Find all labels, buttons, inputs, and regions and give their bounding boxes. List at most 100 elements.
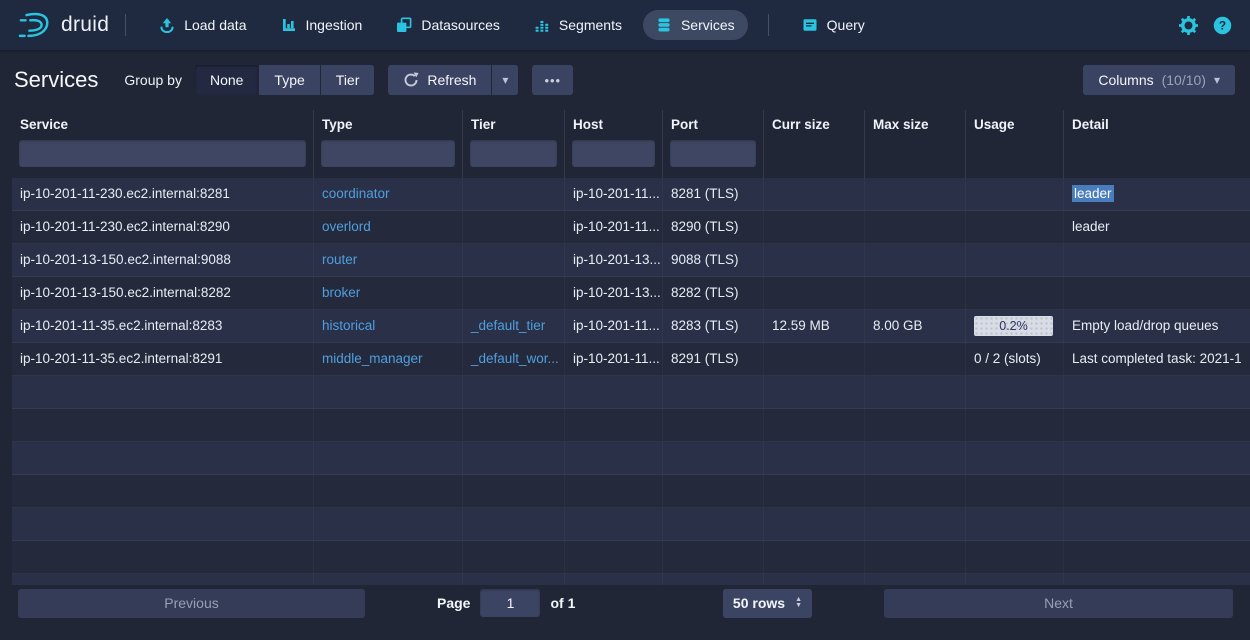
detail-cell: Empty load/drop queues bbox=[1064, 310, 1250, 342]
detail-cell: leader bbox=[1064, 178, 1250, 210]
columns-label: Columns bbox=[1098, 72, 1153, 88]
column-header-max-size[interactable]: Max size bbox=[865, 110, 966, 138]
usage-cell bbox=[966, 211, 1064, 243]
tier-cell bbox=[463, 277, 565, 309]
type-filter-input[interactable] bbox=[321, 140, 455, 167]
port-cell: 9088 (TLS) bbox=[663, 244, 764, 276]
column-header-curr-size[interactable]: Curr size bbox=[764, 110, 865, 138]
service-cell: ip-10-201-11-35.ec2.internal:8291 bbox=[12, 343, 314, 375]
empty-row bbox=[12, 574, 1250, 585]
column-header-detail[interactable]: Detail bbox=[1064, 110, 1250, 138]
table-row: ip-10-201-11-35.ec2.internal:8291 middle… bbox=[12, 343, 1250, 376]
max-size-cell bbox=[865, 343, 966, 375]
page-size-select[interactable]: 50 rows ▲ ▼ bbox=[723, 589, 812, 618]
port-cell: 8291 (TLS) bbox=[663, 343, 764, 375]
type-link[interactable]: coordinator bbox=[314, 178, 463, 210]
nav-services[interactable]: Services bbox=[643, 10, 748, 40]
service-filter-input[interactable] bbox=[19, 140, 306, 167]
page-label: Page bbox=[437, 595, 470, 611]
usage-cell bbox=[966, 277, 1064, 309]
column-header-usage[interactable]: Usage bbox=[966, 110, 1064, 138]
tier-cell bbox=[463, 211, 565, 243]
column-header-port[interactable]: Port bbox=[663, 110, 764, 138]
tier-filter-input[interactable] bbox=[470, 140, 557, 167]
usage-progress-bar: 0.2% bbox=[974, 316, 1053, 336]
druid-console: druid Load data Ingestion bbox=[0, 0, 1250, 618]
tier-link[interactable]: _default_tier bbox=[463, 310, 565, 342]
druid-logo[interactable]: druid bbox=[18, 11, 109, 40]
table-row: ip-10-201-13-150.ec2.internal:9088 route… bbox=[12, 244, 1250, 277]
previous-page-button[interactable]: Previous bbox=[18, 589, 365, 618]
nav-item-label: Ingestion bbox=[306, 17, 363, 33]
type-link[interactable]: broker bbox=[314, 277, 463, 309]
refresh-label: Refresh bbox=[427, 72, 476, 88]
group-by-none-button[interactable]: None bbox=[195, 65, 258, 95]
column-header-type[interactable]: Type bbox=[314, 110, 463, 138]
curr-size-cell bbox=[764, 244, 865, 276]
empty-row bbox=[12, 409, 1250, 442]
tier-link[interactable]: _default_wor... bbox=[463, 343, 565, 375]
detail-cell: Last completed task: 2021-1 bbox=[1064, 343, 1250, 375]
columns-count: (10/10) bbox=[1162, 72, 1206, 88]
group-by-type-button[interactable]: Type bbox=[259, 65, 319, 95]
type-link[interactable]: historical bbox=[314, 310, 463, 342]
nav-datasources[interactable]: Datasources bbox=[383, 10, 513, 40]
refresh-interval-dropdown[interactable]: ▾ bbox=[492, 65, 518, 95]
curr-size-cell bbox=[764, 178, 865, 210]
page-title: Services bbox=[14, 67, 98, 93]
detail-cell bbox=[1064, 277, 1250, 309]
nav-ingestion[interactable]: Ingestion bbox=[268, 10, 376, 40]
brand-name: druid bbox=[61, 13, 109, 37]
service-cell: ip-10-201-11-230.ec2.internal:8290 bbox=[12, 211, 314, 243]
gear-icon[interactable] bbox=[1179, 16, 1198, 35]
filter-row bbox=[12, 138, 1250, 178]
nav-query[interactable]: Query bbox=[789, 10, 878, 40]
type-link[interactable]: overlord bbox=[314, 211, 463, 243]
services-table: Service Type Tier Host Port Curr size Ma… bbox=[12, 110, 1250, 585]
curr-size-cell bbox=[764, 343, 865, 375]
page-number-input[interactable] bbox=[480, 589, 540, 617]
more-actions-button[interactable]: ••• bbox=[532, 65, 573, 95]
empty-row bbox=[12, 475, 1250, 508]
refresh-button[interactable]: Refresh bbox=[388, 65, 491, 95]
more-icon: ••• bbox=[544, 73, 561, 88]
double-caret-icon: ▲ ▼ bbox=[795, 597, 802, 609]
app-window-icon bbox=[802, 17, 818, 33]
host-cell: ip-10-201-13... bbox=[565, 244, 663, 276]
druid-logo-icon bbox=[18, 11, 52, 40]
column-header-service[interactable]: Service bbox=[12, 110, 314, 138]
curr-size-cell bbox=[764, 277, 865, 309]
svg-text:?: ? bbox=[1219, 18, 1226, 32]
detail-cell: leader bbox=[1064, 211, 1250, 243]
nav-item-label: Datasources bbox=[421, 17, 500, 33]
port-cell: 8281 (TLS) bbox=[663, 178, 764, 210]
port-cell: 8282 (TLS) bbox=[663, 277, 764, 309]
nav-segments[interactable]: Segments bbox=[521, 10, 635, 40]
table-header: Service Type Tier Host Port Curr size Ma… bbox=[12, 110, 1250, 178]
table-row: ip-10-201-13-150.ec2.internal:8282 broke… bbox=[12, 277, 1250, 310]
table-row: ip-10-201-11-35.ec2.internal:8283 histor… bbox=[12, 310, 1250, 343]
max-size-cell: 8.00 GB bbox=[865, 310, 966, 342]
next-page-button[interactable]: Next bbox=[884, 589, 1233, 618]
refresh-button-group: Refresh ▾ bbox=[388, 65, 518, 95]
group-by-tier-button[interactable]: Tier bbox=[321, 65, 375, 95]
bar-chart-icon bbox=[281, 17, 297, 33]
nav-load-data[interactable]: Load data bbox=[146, 10, 259, 40]
curr-size-cell: 12.59 MB bbox=[764, 310, 865, 342]
usage-cell: 0 / 2 (slots) bbox=[966, 343, 1064, 375]
table-row: ip-10-201-11-230.ec2.internal:8281 coord… bbox=[12, 178, 1250, 211]
host-cell: ip-10-201-11... bbox=[565, 211, 663, 243]
selected-text: leader bbox=[1072, 185, 1114, 202]
port-filter-input[interactable] bbox=[670, 140, 756, 167]
usage-cell: 0.2% bbox=[966, 310, 1064, 342]
type-link[interactable]: middle_manager bbox=[314, 343, 463, 375]
column-header-host[interactable]: Host bbox=[565, 110, 663, 138]
tier-cell bbox=[463, 178, 565, 210]
tier-cell bbox=[463, 244, 565, 276]
host-filter-input[interactable] bbox=[572, 140, 655, 167]
services-view: Service Type Tier Host Port Curr size Ma… bbox=[0, 110, 1250, 618]
type-link[interactable]: router bbox=[314, 244, 463, 276]
columns-dropdown-button[interactable]: Columns (10/10) ▾ bbox=[1083, 65, 1235, 95]
help-icon[interactable]: ? bbox=[1213, 16, 1232, 35]
column-header-tier[interactable]: Tier bbox=[463, 110, 565, 138]
